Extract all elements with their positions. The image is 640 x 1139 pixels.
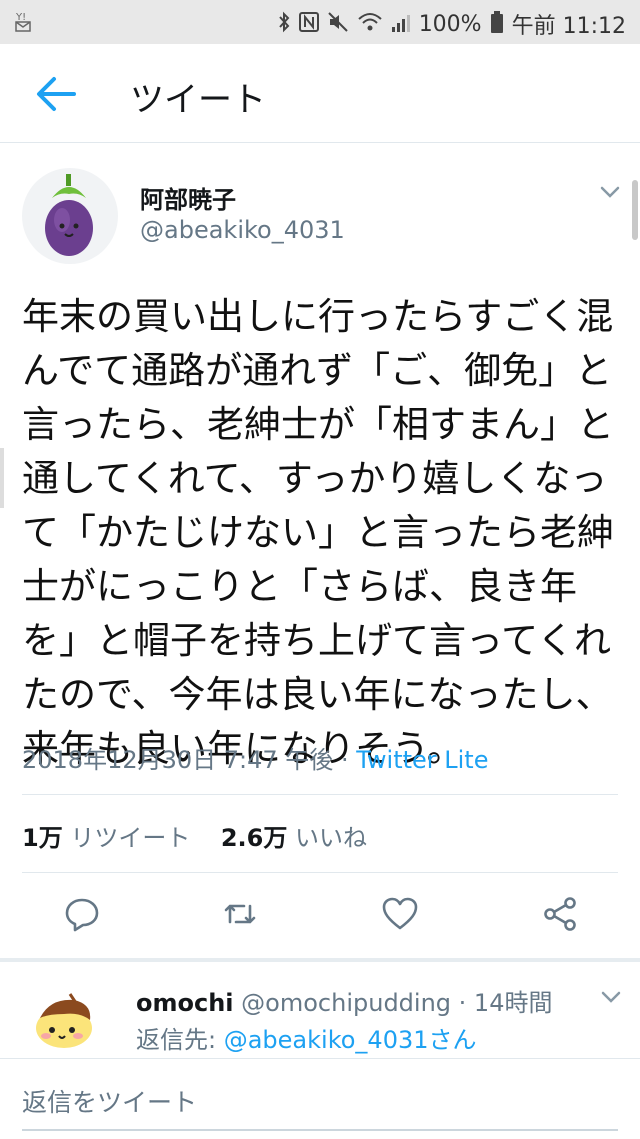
reply-to-line: 返信先: @abeakiko_4031さん <box>136 1020 477 1055</box>
battery-percent: 100% <box>418 11 482 37</box>
reply-header: omochi @omochipudding · 14時間 <box>136 983 552 1018</box>
like-heart-icon[interactable] <box>380 894 420 934</box>
author-name[interactable]: 阿部暁子 <box>140 180 236 215</box>
y-mail-icon: Y! <box>14 10 34 36</box>
divider <box>22 794 618 795</box>
tweet-actions <box>0 880 640 952</box>
battery-icon <box>490 10 504 39</box>
tweet-timestamp: 2018年12月30日 7:47 午後 <box>22 746 334 774</box>
reply-to-handle[interactable]: @abeakiko_4031さん <box>224 1026 477 1054</box>
like-count[interactable]: 2.6万 <box>221 824 288 852</box>
tweet-stats: 1万 リツイート 2.6万 いいね <box>22 818 367 853</box>
reply-avatar[interactable] <box>30 990 104 1050</box>
tweet-text: 年末の買い出しに行ったらすごく混 んでて通路が通れず「ご、御免」と 言ったら、老… <box>22 295 614 770</box>
via-link[interactable]: Twitter Lite <box>356 746 488 774</box>
bluetooth-icon <box>277 11 291 38</box>
author-handle[interactable]: @abeakiko_4031 <box>140 216 345 244</box>
scrollbar[interactable] <box>632 180 638 240</box>
tweet-meta: 2018年12月30日 7:47 午後 · Twitter Lite <box>22 740 488 775</box>
edge-handle <box>0 448 4 508</box>
reply-compose-bar[interactable]: 返信をツイート <box>0 1058 640 1139</box>
signal-icon <box>391 11 411 38</box>
status-bar: Y! 100% 午前 11:12 <box>0 0 640 44</box>
back-arrow-icon[interactable] <box>30 70 78 118</box>
clock: 午前 11:12 <box>511 14 626 39</box>
page-title: ツイート <box>130 80 266 120</box>
retweet-icon[interactable] <box>220 894 260 934</box>
author-avatar[interactable] <box>22 168 118 264</box>
meta-separator: · <box>333 746 357 774</box>
reply-compose-input[interactable]: 返信をツイート <box>22 1083 197 1119</box>
mute-icon <box>327 11 349 38</box>
chevron-down-icon[interactable] <box>596 178 624 206</box>
like-label[interactable]: いいね <box>295 824 367 852</box>
reply-icon[interactable] <box>62 894 102 934</box>
reply-author-name[interactable]: omochi <box>136 989 234 1017</box>
app-bar: ツイート <box>0 44 640 143</box>
wifi-icon <box>357 11 383 38</box>
reply-author-handle[interactable]: @omochipudding <box>241 989 451 1017</box>
share-icon[interactable] <box>540 894 580 934</box>
section-divider <box>0 958 640 962</box>
retweet-label[interactable]: リツイート <box>70 824 190 852</box>
reply-time: · 14時間 <box>451 989 553 1017</box>
divider <box>22 872 618 873</box>
chevron-down-icon[interactable] <box>598 984 624 1010</box>
compose-underline <box>22 1129 618 1131</box>
retweet-count[interactable]: 1万 <box>22 824 63 852</box>
nfc-icon <box>298 11 319 38</box>
reply-to-label: 返信先: <box>136 1026 224 1054</box>
